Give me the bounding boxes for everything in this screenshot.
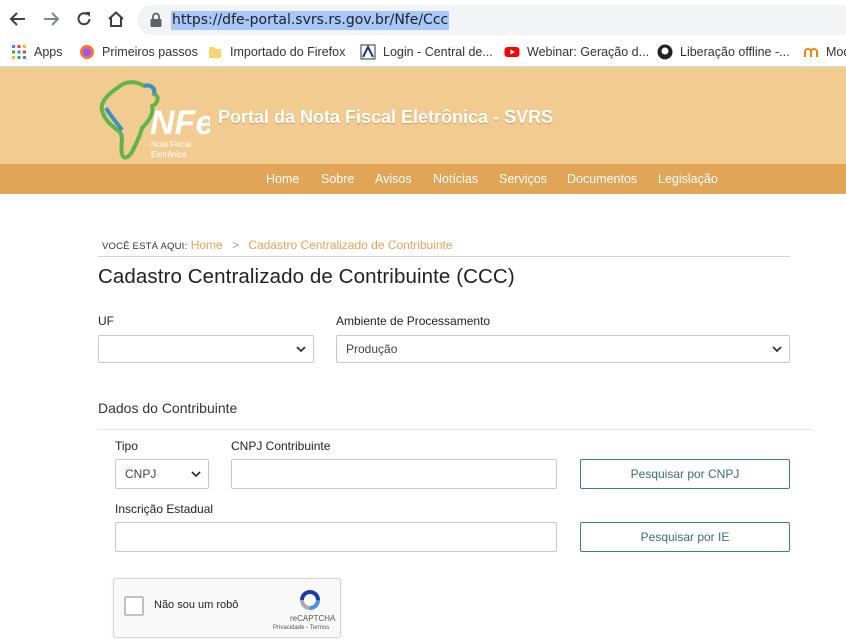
logo-text: NFe (150, 104, 210, 142)
tipo-select[interactable]: CNPJ (115, 459, 209, 489)
chevron-down-icon (772, 346, 782, 353)
page-title: Cadastro Centralizado de Contribuinte (C… (98, 265, 515, 288)
bookmark-label: Login - Central de... (383, 45, 493, 59)
github-icon (657, 44, 673, 60)
site-logo-icon (360, 44, 376, 60)
breadcrumb-label: VOCÊ ESTÁ AQUI: (102, 241, 188, 252)
bookmark-primeiros-passos[interactable]: Primeiros passos (79, 43, 198, 61)
tipo-select-value: CNPJ (125, 467, 157, 481)
bookmark-apps[interactable]: Apps (11, 43, 63, 61)
menu-servicos[interactable]: Serviços (499, 172, 547, 186)
cnpj-input[interactable] (231, 459, 557, 489)
recaptcha-checkbox[interactable] (124, 596, 144, 616)
search-cnpj-button[interactable]: Pesquisar por CNPJ (580, 459, 790, 489)
breadcrumb: VOCÊ ESTÁ AQUI: Home > Cadastro Centrali… (102, 238, 453, 252)
menu-sobre[interactable]: Sobre (321, 172, 354, 186)
bookmark-liberacao-offline[interactable]: Liberação offline -... (657, 43, 790, 61)
address-bar[interactable]: https://dfe-portal.svrs.rs.gov.br/Nfe/Cc… (137, 5, 846, 35)
recaptcha-logo-icon (300, 590, 320, 610)
chevron-down-icon (191, 471, 201, 478)
bookmark-webinar[interactable]: Webinar: Geração d... (504, 43, 649, 61)
ie-label: Inscrição Estadual (115, 502, 214, 516)
recaptcha-label: Não sou um robô (154, 599, 239, 611)
reload-icon (77, 12, 91, 26)
menu-noticias[interactable]: Notícias (433, 172, 478, 186)
bookmark-label: Importado do Firefox (230, 45, 346, 59)
forward-arrow-icon (44, 12, 60, 26)
menu-home[interactable]: Home (266, 172, 299, 186)
uf-select[interactable] (98, 335, 314, 363)
section-divider (98, 429, 812, 430)
header-banner: NFe Nota Fiscal Eletrônica Portal da Not… (0, 67, 846, 164)
menu-legislacao[interactable]: Legislação (658, 172, 718, 186)
bookmark-label: Liberação offline -... (680, 45, 790, 59)
breadcrumb-home-link[interactable]: Home (191, 238, 223, 252)
logo-subtitle-1: Nota Fiscal (151, 140, 191, 149)
cnpj-label: CNPJ Contribuinte (231, 439, 331, 453)
browser-toolbar: https://dfe-portal.svrs.rs.gov.br/Nfe/Cc… (0, 0, 846, 38)
ie-input[interactable] (115, 522, 557, 552)
url-text[interactable]: https://dfe-portal.svrs.rs.gov.br/Nfe/Cc… (171, 11, 450, 30)
bookmark-label: Webinar: Geração d... (527, 45, 650, 59)
bookmark-label: Mod (826, 45, 846, 59)
home-button[interactable] (104, 7, 128, 31)
breadcrumb-current: Cadastro Centralizado de Contribuinte (248, 238, 453, 252)
forward-button[interactable] (39, 7, 63, 31)
main-menu: Home Sobre Avisos Notícias Serviços Docu… (0, 164, 846, 194)
moodle-icon (804, 48, 818, 57)
recaptcha-widget: Não sou um robô reCAPTCHA Privacidade - … (113, 578, 341, 638)
tipo-label: Tipo (115, 439, 138, 453)
bookmark-importado-firefox[interactable]: Importado do Firefox (207, 43, 345, 61)
menu-documentos[interactable]: Documentos (567, 172, 637, 186)
ambiente-label: Ambiente de Processamento (336, 314, 491, 328)
bookmark-login-central[interactable]: Login - Central de... (360, 43, 493, 61)
folder-icon (209, 47, 221, 58)
youtube-icon (504, 47, 520, 57)
menu-avisos[interactable]: Avisos (375, 172, 412, 186)
recaptcha-terms-link[interactable]: Privacidade - Termos (273, 625, 329, 631)
bookmarks-bar: Apps Primeiros passos Importado do Firef… (0, 38, 846, 67)
bookmark-label: Primeiros passos (102, 45, 198, 59)
firefox-icon (80, 45, 94, 59)
reload-button[interactable] (72, 7, 96, 31)
back-arrow-icon (9, 12, 25, 26)
ambiente-select-value: Produção (346, 342, 398, 356)
portal-title: Portal da Nota Fiscal Eletrônica - SVRS (218, 107, 554, 127)
logo-subtitle-2: Eletrônica (151, 150, 187, 159)
uf-label: UF (98, 314, 114, 328)
chevron-down-icon (296, 346, 306, 353)
home-icon (108, 11, 124, 27)
lock-icon (150, 12, 162, 27)
nfe-logo[interactable]: NFe Nota Fiscal Eletrônica (98, 74, 210, 168)
breadcrumb-divider (98, 256, 790, 257)
breadcrumb-separator: > (232, 238, 240, 252)
bookmark-mod[interactable]: Mod (803, 43, 846, 61)
section-title-dados: Dados do Contribuinte (98, 400, 238, 416)
apps-grid-icon (12, 45, 26, 59)
ambiente-select[interactable]: Produção (336, 335, 790, 363)
recaptcha-brand: reCAPTCHA (290, 614, 336, 623)
back-button[interactable] (6, 7, 30, 31)
bookmark-label: Apps (34, 45, 63, 59)
search-ie-button[interactable]: Pesquisar por IE (580, 522, 790, 552)
